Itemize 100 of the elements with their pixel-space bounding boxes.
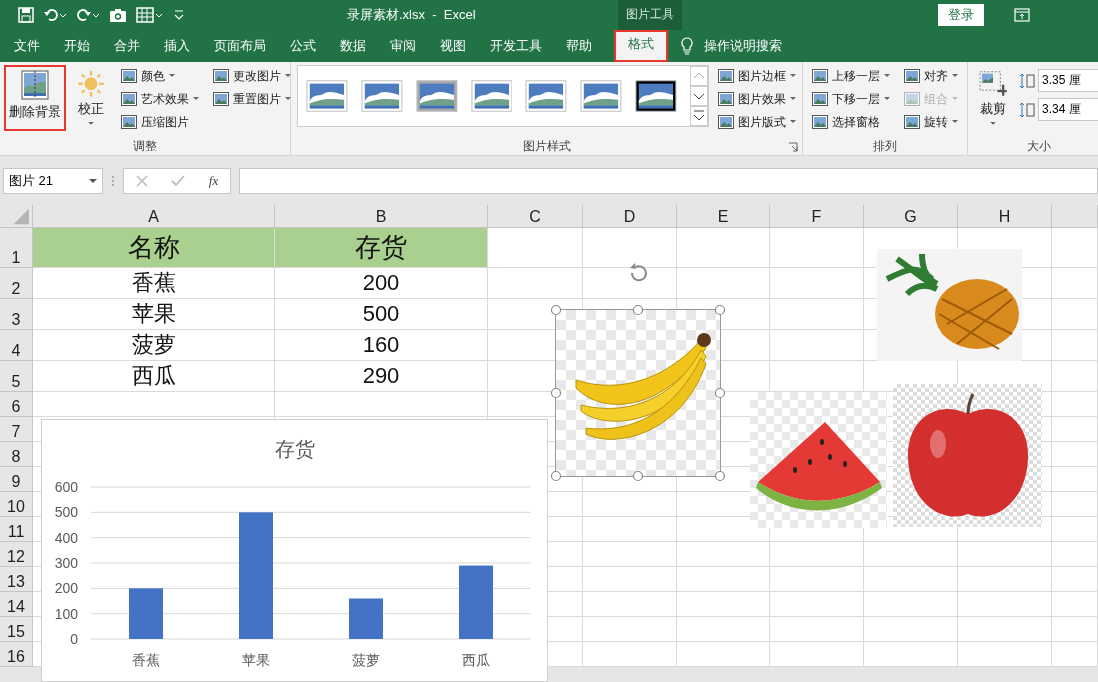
ribbon-button[interactable]: 对齐 [899,65,963,87]
ribbon-tab[interactable]: 合并 [102,30,152,62]
size-field[interactable]: 3.34 厘 [1038,98,1098,121]
banana-picture[interactable] [556,310,720,476]
ribbon-display-icon[interactable] [1014,8,1030,22]
picture-style-thumbnail[interactable] [415,79,458,113]
column-header[interactable]: F [770,205,864,228]
table-cell [1052,268,1098,299]
table-cell: 290 [275,361,488,392]
rotate-handle[interactable] [630,263,647,282]
ribbon-tab[interactable]: 帮助 [554,30,604,62]
resize-handle[interactable] [714,470,726,482]
ribbon-button[interactable]: 更改图片 [208,65,296,87]
table-cell [1052,567,1098,592]
category-label: 菠萝 [352,652,380,668]
dialog-launcher-icon[interactable] [788,142,798,152]
apple-picture[interactable] [893,384,1042,527]
axis-tick-label: 0 [70,631,78,647]
table-cell [1052,361,1098,392]
more-icon[interactable] [690,106,708,126]
picture-style-thumbnail[interactable] [525,79,568,113]
row-header[interactable]: 9 [0,467,33,492]
table-cell [1052,467,1098,492]
table-cell [1052,417,1098,442]
tell-me-search[interactable]: 操作说明搜索 [694,30,792,62]
row-header[interactable]: 3 [0,299,33,330]
picture-style-thumbnail[interactable] [470,79,513,113]
ribbon-button[interactable]: 校正 [70,65,112,131]
row-header[interactable]: 7 [0,417,33,442]
resize-handle[interactable] [550,387,562,399]
formula-input[interactable] [239,168,1098,194]
row-header[interactable]: 12 [0,542,33,567]
ribbon-tab[interactable]: 格式 [614,30,668,62]
row-header[interactable]: 8 [0,442,33,467]
scroll-down-icon[interactable] [690,86,708,106]
table-icon[interactable] [136,7,164,23]
ribbon-button[interactable]: 下移一层 [807,88,895,110]
category-label: 苹果 [242,652,270,668]
row-header[interactable]: 10 [0,492,33,517]
ribbon-button[interactable]: 选择窗格 [807,111,895,133]
ribbon-button[interactable]: 图片版式 [713,111,801,133]
pineapple-picture[interactable] [877,249,1022,361]
column-header[interactable]: A [33,205,275,228]
ribbon-tab[interactable]: 插入 [152,30,202,62]
resize-handle[interactable] [714,387,726,399]
column-header[interactable]: B [275,205,488,228]
picture-style-thumbnail[interactable] [580,79,623,113]
ribbon-button[interactable]: 上移一层 [807,65,895,87]
row-header[interactable]: 6 [0,392,33,417]
save-icon[interactable] [18,7,34,23]
column-header[interactable]: E [677,205,770,228]
ribbon-tab[interactable]: 视图 [428,30,478,62]
ribbon-button[interactable]: 艺术效果 [116,88,204,110]
sign-in-button[interactable]: 登录 [938,4,984,26]
camera-icon[interactable] [109,7,127,23]
column-header[interactable]: H [958,205,1052,228]
column-header[interactable]: D [583,205,677,228]
ribbon-tab[interactable]: 开发工具 [478,30,554,62]
row-header[interactable]: 13 [0,567,33,592]
chart-title: 存货 [275,438,315,460]
ribbon-button[interactable]: 颜色 [116,65,204,87]
picture-style-thumbnail[interactable] [635,79,677,113]
column-header[interactable]: G [864,205,958,228]
resize-handle[interactable] [714,304,726,316]
size-field[interactable]: 3.35 厘 [1038,69,1098,92]
ribbon-button[interactable]: 旋转 [899,111,963,133]
ribbon-button[interactable]: 图片边框 [713,65,801,87]
resize-handle[interactable] [632,470,644,482]
ribbon-tab[interactable]: 文件 [2,30,52,62]
resize-handle[interactable] [550,470,562,482]
row-header[interactable]: 1 [0,228,33,268]
ribbon-tab[interactable]: 页面布局 [202,30,278,62]
resize-handle[interactable] [632,304,644,316]
check-icon[interactable] [171,175,186,187]
ribbon-tab[interactable]: 公式 [278,30,328,62]
row-header[interactable]: 11 [0,517,33,542]
picture-icon [811,114,829,130]
caret-icon[interactable] [89,178,97,184]
ribbon-button[interactable]: 图片效果 [713,88,801,110]
row-header[interactable]: 5 [0,361,33,392]
ribbon-tab[interactable]: 审阅 [378,30,428,62]
row-header[interactable]: 15 [0,617,33,642]
ribbon-button[interactable]: 压缩图片 [116,111,204,133]
row-header[interactable]: 14 [0,592,33,617]
row-header[interactable]: 4 [0,330,33,361]
picture-style-thumbnail[interactable] [360,79,403,113]
undo-icon[interactable] [43,7,67,23]
column-header[interactable]: C [488,205,583,228]
picture-style-thumbnail[interactable] [306,79,348,113]
ribbon-tab[interactable]: 数据 [328,30,378,62]
row-header[interactable]: 2 [0,268,33,299]
insert-function-button[interactable]: fx [208,173,219,189]
ribbon-tab[interactable]: 开始 [52,30,102,62]
row-header[interactable]: 16 [0,642,33,667]
resize-handle[interactable] [550,304,562,316]
redo-icon[interactable] [76,7,100,23]
ribbon-button[interactable]: 裁剪 [972,65,1014,131]
ribbon-button[interactable]: 重置图片 [208,88,296,110]
name-box[interactable]: 图片 21 [3,168,103,194]
ribbon-button[interactable]: 删除背景 [4,65,66,131]
